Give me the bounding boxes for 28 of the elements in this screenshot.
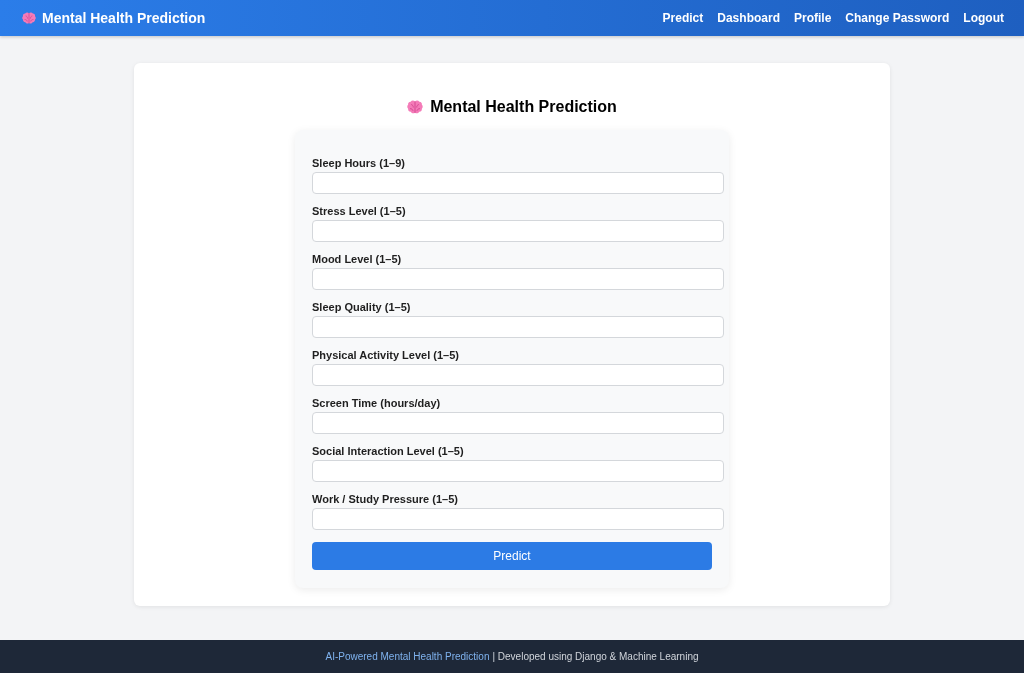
brain-icon [22,11,36,25]
field-label: Stress Level (1–5) [312,204,406,218]
field-label: Sleep Quality (1–5) [312,300,411,314]
brain-icon [407,99,424,115]
input-field[interactable] [312,412,724,434]
field-label: Social Interaction Level (1–5) [312,444,464,458]
field-label: Physical Activity Level (1–5) [312,348,459,362]
nav-link[interactable]: Predict [662,12,704,24]
nav-link[interactable]: Logout [963,12,1004,24]
input-field[interactable] [312,316,724,338]
nav-link[interactable]: Change Password [845,12,950,24]
footer-link[interactable]: AI-Powered Mental Health Prediction [325,649,490,664]
input-field[interactable] [312,220,724,242]
form-title: Mental Health Prediction [430,97,617,117]
field-label: Sleep Hours (1–9) [312,156,405,170]
brand-title: Mental Health Prediction [42,11,206,25]
predict-button[interactable]: Predict [312,542,712,570]
field-label: Work / Study Pressure (1–5) [312,492,458,506]
input-field[interactable] [312,172,724,194]
nav-link[interactable]: Dashboard [717,12,780,24]
input-field[interactable] [312,364,724,386]
input-field[interactable] [312,460,724,482]
field-label: Mood Level (1–5) [312,252,402,266]
field-label: Screen Time (hours/day) [312,396,441,410]
footer-text: | Developed using Django & Machine Learning [492,650,699,664]
nav-link[interactable]: Profile [793,12,832,24]
input-field[interactable] [312,508,724,530]
input-field[interactable] [312,268,724,290]
